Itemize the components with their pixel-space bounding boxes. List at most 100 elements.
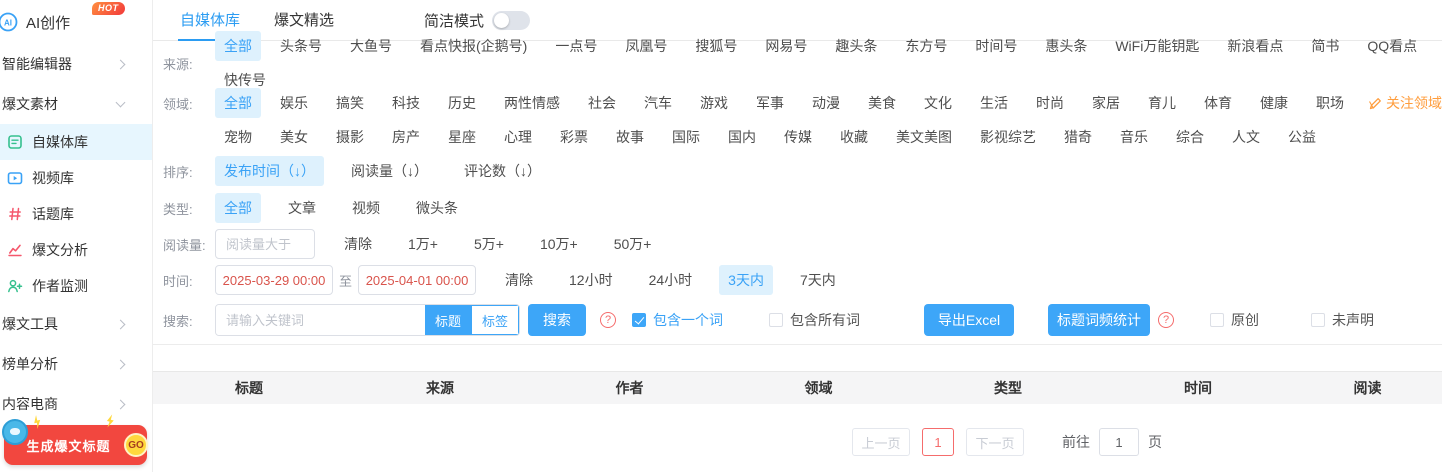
source-option[interactable]: 看点快报(企鹅号) — [411, 31, 536, 61]
domain-option[interactable]: 生活 — [971, 88, 1017, 118]
domain-option[interactable]: 健康 — [1251, 88, 1297, 118]
sidebar-item-ranking-analysis[interactable]: 榜单分析 — [0, 344, 152, 384]
sidebar-item-video-library[interactable]: 视频库 — [0, 160, 152, 196]
source-option[interactable]: 一点号 — [546, 31, 606, 61]
sidebar-item-author-monitor[interactable]: 作者监测 — [0, 268, 152, 304]
title-word-frequency-button[interactable]: 标题词频统计 — [1048, 304, 1150, 336]
start-date-input[interactable] — [215, 265, 333, 295]
reads-threshold-input[interactable] — [215, 229, 315, 259]
follow-domain-link[interactable]: 关注领域 — [1368, 88, 1442, 118]
time-option[interactable]: 24小时 — [640, 265, 702, 295]
source-option[interactable]: 搜狐号 — [686, 31, 746, 61]
domain-option[interactable]: 影视综艺 — [971, 122, 1045, 152]
sidebar-item-content-ecommerce[interactable]: 内容电商 — [0, 384, 152, 424]
domain-option[interactable]: 彩票 — [551, 122, 597, 152]
search-button[interactable]: 搜索 — [528, 304, 586, 336]
time-option[interactable]: 清除 — [496, 265, 542, 295]
time-option[interactable]: 12小时 — [560, 265, 622, 295]
type-option[interactable]: 文章 — [279, 193, 325, 223]
domain-option[interactable]: 搞笑 — [327, 88, 373, 118]
reads-option[interactable]: 50万+ — [605, 229, 661, 259]
domain-option[interactable]: 美女 — [271, 122, 317, 152]
source-option[interactable]: 头条号 — [271, 31, 331, 61]
source-option[interactable]: 东方号 — [896, 31, 956, 61]
keyword-input[interactable] — [216, 305, 425, 335]
domain-option[interactable]: 国际 — [663, 122, 709, 152]
domain-option[interactable]: 全部 — [215, 88, 261, 118]
domain-option[interactable]: 宠物 — [215, 122, 261, 152]
domain-option[interactable]: 故事 — [607, 122, 653, 152]
domain-option[interactable]: 美文美图 — [887, 122, 961, 152]
generate-title-banner[interactable]: 生成爆文标题 GO — [2, 425, 148, 465]
domain-option[interactable]: 动漫 — [803, 88, 849, 118]
domain-option[interactable]: 收藏 — [831, 122, 877, 152]
domain-option[interactable]: 两性情感 — [495, 88, 569, 118]
sidebar-item-hot-article-analysis[interactable]: 爆文分析 — [0, 232, 152, 268]
source-option[interactable]: 简书 — [1302, 31, 1348, 61]
domain-option[interactable]: 科技 — [383, 88, 429, 118]
domain-option[interactable]: 心理 — [495, 122, 541, 152]
source-option[interactable]: 新浪看点 — [1218, 31, 1292, 61]
domain-option[interactable]: 猎奇 — [1055, 122, 1101, 152]
sidebar-item-topic-library[interactable]: 话题库 — [0, 196, 152, 232]
source-option[interactable]: 大鱼号 — [341, 31, 401, 61]
next-page-button[interactable]: 下一页 — [966, 428, 1024, 456]
sort-option[interactable]: 发布时间（↓） — [215, 156, 324, 186]
original-label[interactable]: 原创 — [1231, 310, 1259, 330]
goto-page-input[interactable] — [1099, 428, 1139, 456]
domain-option[interactable]: 体育 — [1195, 88, 1241, 118]
simple-mode-toggle[interactable] — [492, 10, 531, 30]
source-option[interactable]: 网易号 — [756, 31, 816, 61]
source-option[interactable]: 惠头条 — [1036, 31, 1096, 61]
undeclared-checkbox[interactable] — [1311, 313, 1325, 327]
help-icon[interactable] — [600, 312, 616, 328]
domain-option[interactable]: 星座 — [439, 122, 485, 152]
time-option[interactable]: 7天内 — [791, 265, 845, 295]
source-option[interactable]: 时间号 — [966, 31, 1026, 61]
search-mode-tag-button[interactable]: 标签 — [470, 305, 519, 335]
domain-option[interactable]: 军事 — [747, 88, 793, 118]
domain-option[interactable]: 国内 — [719, 122, 765, 152]
domain-option[interactable]: 游戏 — [691, 88, 737, 118]
original-checkbox[interactable] — [1210, 313, 1224, 327]
help-icon[interactable] — [1158, 312, 1174, 328]
source-option[interactable]: 凤凰号 — [616, 31, 676, 61]
sidebar-item-smart-editor[interactable]: 智能编辑器 — [0, 44, 152, 84]
contain-one-word-checkbox[interactable] — [632, 313, 646, 327]
domain-option[interactable]: 房产 — [383, 122, 429, 152]
end-date-input[interactable] — [358, 265, 477, 295]
sidebar-item-hot-article-tools[interactable]: 爆文工具 — [0, 304, 152, 344]
reads-option[interactable]: 清除 — [335, 229, 381, 259]
type-option[interactable]: 全部 — [215, 193, 261, 223]
domain-option[interactable]: 摄影 — [327, 122, 373, 152]
domain-option[interactable]: 社会 — [579, 88, 625, 118]
domain-option[interactable]: 综合 — [1167, 122, 1213, 152]
contain-all-words-label[interactable]: 包含所有词 — [790, 310, 860, 330]
sort-option[interactable]: 阅读量（↓） — [342, 156, 437, 186]
sidebar-item-hot-article-material[interactable]: 爆文素材 — [0, 84, 152, 124]
prev-page-button[interactable]: 上一页 — [852, 428, 910, 456]
domain-option[interactable]: 汽车 — [635, 88, 681, 118]
current-page-button[interactable]: 1 — [922, 428, 954, 456]
type-option[interactable]: 视频 — [343, 193, 389, 223]
domain-option[interactable]: 娱乐 — [271, 88, 317, 118]
domain-option[interactable]: 人文 — [1223, 122, 1269, 152]
domain-option[interactable]: 传媒 — [775, 122, 821, 152]
source-option[interactable]: QQ看点 — [1358, 31, 1426, 61]
source-option[interactable]: 全部 — [215, 31, 261, 61]
source-option[interactable]: WiFi万能钥匙 — [1106, 31, 1208, 61]
sort-option[interactable]: 评论数（↓） — [455, 156, 550, 186]
domain-option[interactable]: 公益 — [1279, 122, 1325, 152]
domain-option[interactable]: 时尚 — [1027, 88, 1073, 118]
reads-option[interactable]: 5万+ — [465, 229, 513, 259]
contain-all-words-checkbox[interactable] — [769, 313, 783, 327]
search-mode-title-button[interactable]: 标题 — [424, 305, 471, 335]
contain-one-word-label[interactable]: 包含一个词 — [653, 310, 723, 330]
reads-option[interactable]: 10万+ — [531, 229, 587, 259]
domain-option[interactable]: 家居 — [1083, 88, 1129, 118]
undeclared-label[interactable]: 未声明 — [1332, 310, 1374, 330]
sidebar-item-we-media-library[interactable]: 自媒体库 — [0, 124, 152, 160]
domain-option[interactable]: 职场 — [1307, 88, 1353, 118]
export-excel-button[interactable]: 导出Excel — [924, 304, 1014, 336]
type-option[interactable]: 微头条 — [407, 193, 467, 223]
